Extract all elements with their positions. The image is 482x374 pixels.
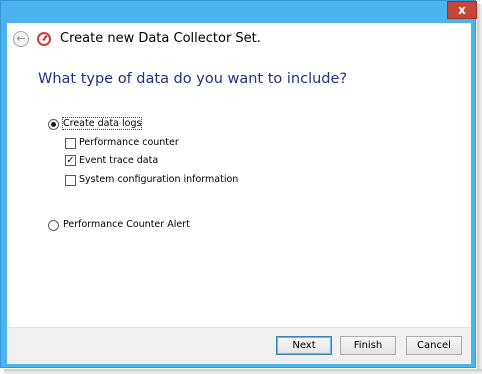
wizard-header: ← Create new Data Collector Set. xyxy=(7,23,471,59)
window-shadow-right xyxy=(477,4,482,374)
checkbox-performance-counter[interactable] xyxy=(65,138,76,149)
radio-label-create-data-logs[interactable]: Create data logs xyxy=(61,117,143,130)
radio-performance-counter-alert[interactable] xyxy=(48,220,59,231)
radio-label-performance-counter-alert[interactable]: Performance Counter Alert xyxy=(63,219,190,230)
close-button[interactable]: x xyxy=(447,1,477,19)
checkbox-label-system-configuration[interactable]: System configuration information xyxy=(79,174,238,185)
wizard-window: x ← Create new Data Collector Set. What … xyxy=(0,0,477,368)
data-collector-icon xyxy=(37,32,51,46)
back-arrow-icon[interactable]: ← xyxy=(13,31,29,47)
checkbox-system-configuration[interactable] xyxy=(65,175,76,186)
finish-button[interactable]: Finish xyxy=(340,336,396,355)
page-heading: What type of data do you want to include… xyxy=(38,71,348,87)
next-button[interactable]: Next xyxy=(276,336,332,355)
cancel-button[interactable]: Cancel xyxy=(406,336,462,355)
window-shadow-bottom xyxy=(4,369,482,374)
wizard-content: What type of data do you want to include… xyxy=(7,59,471,327)
close-icon: x xyxy=(458,3,466,17)
checkbox-label-performance-counter[interactable]: Performance counter xyxy=(79,137,179,148)
window-title: Create new Data Collector Set. xyxy=(60,31,261,46)
wizard-footer: Next Finish Cancel xyxy=(7,327,471,364)
checkbox-event-trace-data[interactable]: ✓ xyxy=(65,155,76,166)
radio-create-data-logs[interactable] xyxy=(48,119,59,130)
checkbox-label-event-trace-data[interactable]: Event trace data xyxy=(79,155,158,166)
